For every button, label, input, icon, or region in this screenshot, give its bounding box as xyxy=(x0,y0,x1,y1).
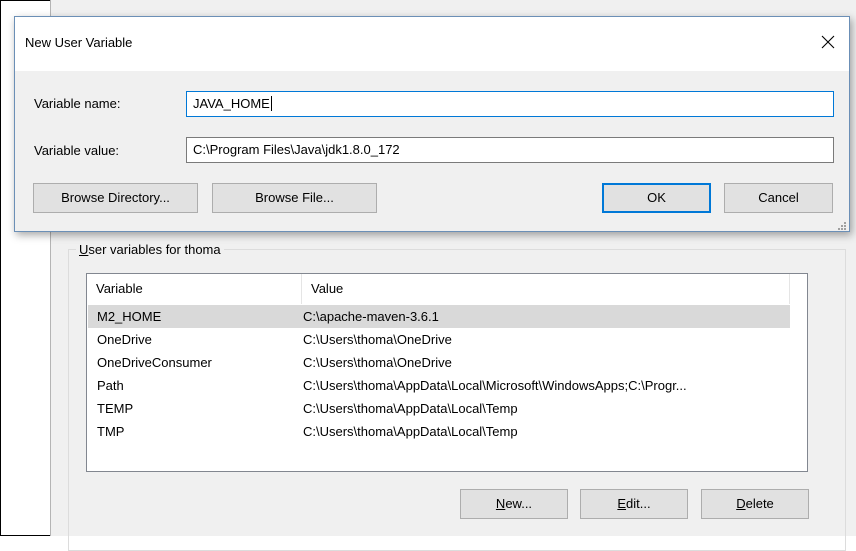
list-header: Variable Value xyxy=(87,274,807,304)
variable-cell: TEMP xyxy=(97,401,134,416)
variable-value-label: Variable value: xyxy=(34,143,120,158)
value-cell: C:\apache-maven-3.6.1 xyxy=(303,309,439,324)
new-user-variable-dialog: New User Variable Variable name: JAVA_HO… xyxy=(14,16,850,232)
value-cell: C:\Users\thoma\AppData\Local\Temp xyxy=(303,424,518,439)
user-variables-list[interactable]: Variable Value M2_HOME C:\apache-maven-3… xyxy=(86,273,808,472)
user-variables-group-label: User variables for thoma xyxy=(76,242,224,257)
table-row[interactable]: M2_HOME C:\apache-maven-3.6.1 xyxy=(88,305,790,328)
cancel-button[interactable]: Cancel xyxy=(724,183,833,213)
delete-variable-button[interactable]: Delete xyxy=(701,489,809,519)
column-header-variable[interactable]: Variable xyxy=(87,274,302,304)
browse-directory-button[interactable]: Browse Directory... xyxy=(33,183,198,213)
value-cell: C:\Users\thoma\AppData\Local\Temp xyxy=(303,401,518,416)
table-row[interactable]: OneDriveConsumer C:\Users\thoma\OneDrive xyxy=(88,351,790,374)
edit-variable-button[interactable]: Edit... xyxy=(580,489,688,519)
dialog-titlebar[interactable]: New User Variable xyxy=(15,17,849,71)
ok-button[interactable]: OK xyxy=(602,183,711,213)
variable-name-input[interactable]: JAVA_HOME xyxy=(186,91,834,117)
column-header-value[interactable]: Value xyxy=(302,274,790,304)
table-row[interactable]: TMP C:\Users\thoma\AppData\Local\Temp xyxy=(88,420,790,443)
variable-cell: TMP xyxy=(97,424,125,439)
variable-cell: Path xyxy=(97,378,124,393)
variable-value-value: C:\Program Files\Java\jdk1.8.0_172 xyxy=(193,142,400,157)
variable-value-input[interactable]: C:\Program Files\Java\jdk1.8.0_172 xyxy=(186,137,834,163)
table-row[interactable]: TEMP C:\Users\thoma\AppData\Local\Temp xyxy=(88,397,790,420)
value-cell: C:\Users\thoma\OneDrive xyxy=(303,355,452,370)
variable-name-value: JAVA_HOME xyxy=(193,96,270,111)
dialog-title: New User Variable xyxy=(25,35,133,50)
value-cell: C:\Users\thoma\OneDrive xyxy=(303,332,452,347)
variable-name-label: Variable name: xyxy=(34,96,121,111)
resize-grip-icon[interactable] xyxy=(837,219,847,230)
text-caret xyxy=(270,96,272,111)
value-cell: C:\Users\thoma\AppData\Local\Microsoft\W… xyxy=(303,378,687,393)
variable-cell: OneDriveConsumer xyxy=(97,355,212,370)
table-row[interactable]: OneDrive C:\Users\thoma\OneDrive xyxy=(88,328,790,351)
variable-cell: OneDrive xyxy=(97,332,152,347)
browse-file-button[interactable]: Browse File... xyxy=(212,183,377,213)
variable-cell: M2_HOME xyxy=(97,309,162,324)
new-variable-button[interactable]: New... xyxy=(460,489,568,519)
close-icon[interactable] xyxy=(815,29,841,55)
table-row[interactable]: Path C:\Users\thoma\AppData\Local\Micros… xyxy=(88,374,790,397)
